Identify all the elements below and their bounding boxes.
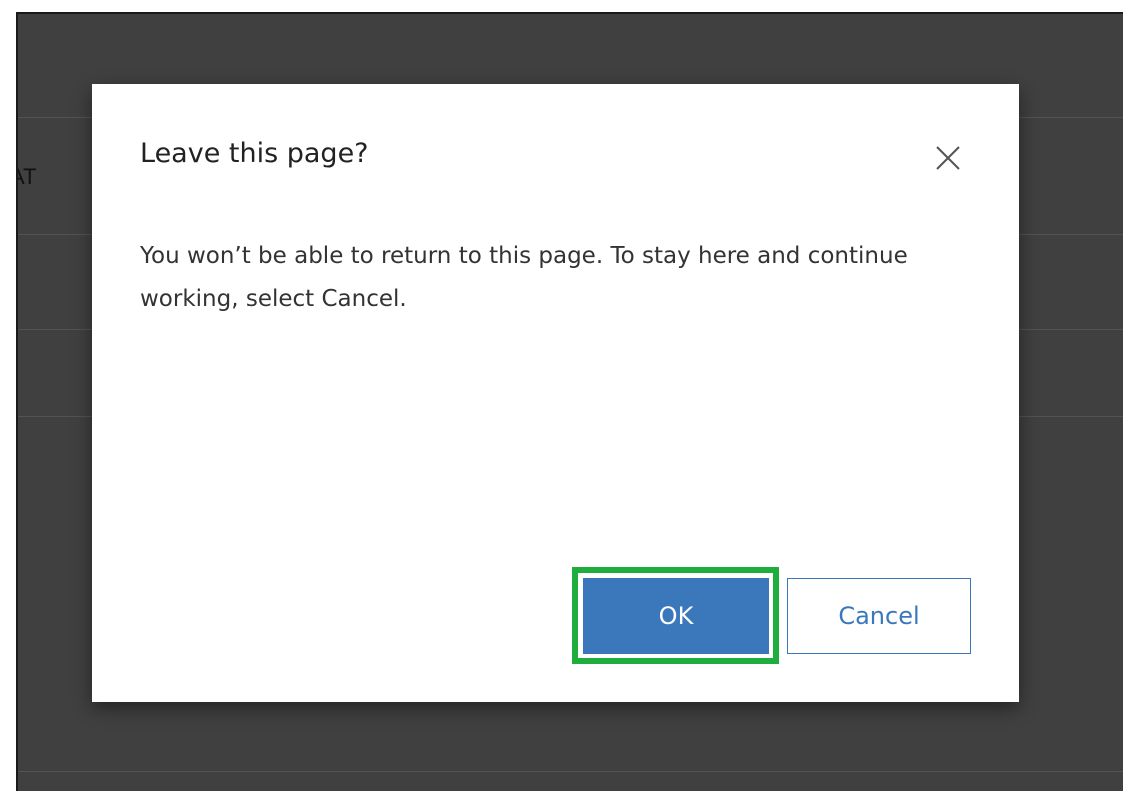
dialog-title: Leave this page? [140, 138, 369, 169]
background-row-divider [18, 771, 1123, 772]
background-column-header: AT [18, 164, 37, 189]
close-icon [936, 146, 960, 170]
dialog-message: You won’t be able to return to this page… [140, 243, 908, 312]
cancel-button[interactable]: Cancel [787, 578, 971, 654]
close-button[interactable] [928, 138, 968, 178]
ok-button[interactable]: OK [583, 578, 769, 654]
leave-page-dialog: Leave this page? You won’t be able to re… [92, 84, 1019, 702]
